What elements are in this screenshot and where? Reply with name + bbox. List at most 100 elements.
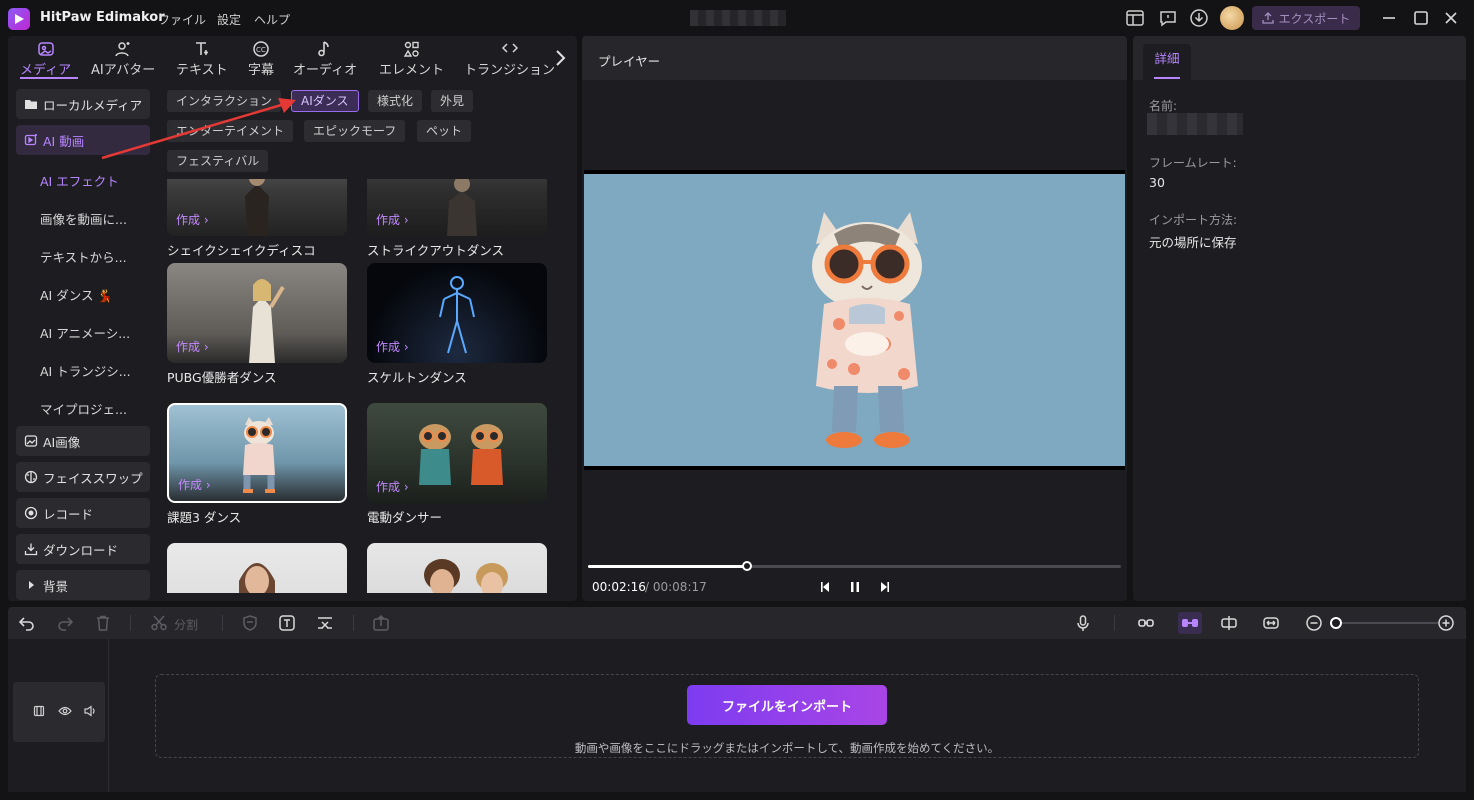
effect-thumbnail: 作成 › <box>167 179 347 236</box>
undo-icon[interactable] <box>18 614 36 632</box>
sidebar-sub-ai-effect[interactable]: AI エフェクト <box>40 171 119 190</box>
sidebar-sub-text-to-video[interactable]: テキストから... <box>40 247 127 266</box>
split-label[interactable]: 分割 <box>174 616 198 633</box>
tab-audio[interactable]: オーディオ <box>293 40 357 78</box>
text-box-icon[interactable] <box>278 614 296 632</box>
playback-progress[interactable] <box>588 561 1121 571</box>
effect-thumbnail: 作成 › <box>367 263 547 363</box>
menu-help[interactable]: ヘルプ <box>254 11 290 28</box>
sidebar-item-download[interactable]: ダウンロード <box>16 534 150 564</box>
framerate-label: フレームレート: <box>1149 156 1237 170</box>
previous-frame-icon[interactable] <box>818 579 834 595</box>
trim-icon[interactable] <box>1220 614 1238 632</box>
tab-text[interactable]: テキスト <box>176 40 228 78</box>
tab-label: テキスト <box>176 63 228 78</box>
tab-subtitle[interactable]: CC 字幕 <box>248 40 274 78</box>
crop-cut-icon[interactable] <box>316 614 334 632</box>
zoom-slider[interactable] <box>1338 622 1438 624</box>
microphone-icon[interactable] <box>1074 614 1092 632</box>
sidebar-sub-image-to-video[interactable]: 画像を動画に... <box>40 209 127 228</box>
tabs-scroll-right-icon[interactable] <box>552 48 568 68</box>
time-total: / 00:08:17 <box>645 580 707 594</box>
tab-details[interactable]: 詳細 <box>1143 44 1191 80</box>
create-link[interactable]: 作成 › <box>376 478 409 495</box>
create-link[interactable]: 作成 › <box>176 211 209 228</box>
sidebar-item-label: レコード <box>43 506 94 522</box>
create-link[interactable]: 作成 › <box>376 211 409 228</box>
menu-file[interactable]: ファイル <box>158 11 206 28</box>
player-panel: プレイヤー 00:02:16 / 00:08:17 <box>582 36 1127 601</box>
import-file-button[interactable]: ファイルをインポート <box>687 685 887 725</box>
film-icon[interactable] <box>33 705 45 717</box>
minimize-icon[interactable] <box>1381 10 1397 26</box>
effect-card[interactable]: 作成 › スケルトンダンス <box>367 263 547 386</box>
sidebar-item-background[interactable]: 背景 <box>16 570 150 600</box>
media-icon <box>37 42 54 56</box>
effect-card[interactable] <box>367 543 547 593</box>
maximize-icon[interactable] <box>1413 10 1429 26</box>
tab-ai-avatar[interactable]: AIアバター <box>91 40 155 78</box>
delete-icon[interactable] <box>94 614 112 632</box>
sidebar-sub-ai-animation[interactable]: AI アニメーシ... <box>40 323 130 342</box>
sidebar-item-face-swap[interactable]: フェイススワップ <box>16 462 150 492</box>
zoom-out-icon[interactable] <box>1305 614 1323 632</box>
tab-transition[interactable]: トランジション <box>464 40 555 78</box>
redo-icon[interactable] <box>56 614 74 632</box>
zoom-knob[interactable] <box>1330 617 1342 629</box>
export-clip-icon[interactable] <box>372 614 390 632</box>
ai-video-icon <box>24 134 37 146</box>
effect-card[interactable]: 作成 › 課題3 ダンス <box>167 403 347 526</box>
next-frame-icon[interactable] <box>876 579 892 595</box>
pause-icon[interactable] <box>847 579 863 595</box>
ai-avatar-icon <box>115 42 130 57</box>
folder-icon <box>25 100 37 109</box>
user-avatar[interactable] <box>1220 6 1244 30</box>
effect-card[interactable] <box>167 543 347 593</box>
category-stylize[interactable]: 様式化 <box>368 90 423 112</box>
menu-settings[interactable]: 設定 <box>217 11 241 28</box>
split-icon[interactable] <box>150 614 168 632</box>
effect-card[interactable]: 作成 › シェイクシェイクディスコ <box>167 179 347 259</box>
layout-icon[interactable] <box>1125 8 1145 28</box>
progress-fill <box>588 565 748 568</box>
export-label: エクスポート <box>1278 11 1351 26</box>
effect-card[interactable]: 作成 › PUBG優勝者ダンス <box>167 263 347 386</box>
progress-knob[interactable] <box>742 561 753 571</box>
sidebar-sub-my-projects[interactable]: マイプロジェ... <box>40 399 127 418</box>
effect-card[interactable]: 作成 › 電動ダンサー <box>367 403 547 526</box>
category-pet[interactable]: ペット <box>417 120 472 142</box>
tab-element[interactable]: エレメント <box>379 40 444 78</box>
sidebar-sub-ai-dance[interactable]: AI ダンス 💃 <box>40 285 113 304</box>
audio-icon <box>318 41 329 57</box>
app-logo-icon <box>8 8 30 30</box>
feedback-icon[interactable] <box>1158 8 1178 28</box>
sidebar-item-label: ダウンロード <box>43 542 119 558</box>
sidebar-sub-ai-transition[interactable]: AI トランジシ... <box>40 361 131 380</box>
category-epic-morph[interactable]: エピックモーフ <box>304 120 406 142</box>
link-icon[interactable] <box>1137 614 1155 632</box>
sidebar-item-record[interactable]: レコード <box>16 498 150 528</box>
video-preview[interactable] <box>584 170 1125 470</box>
record-icon <box>24 506 38 520</box>
fit-width-icon[interactable] <box>1262 614 1280 632</box>
volume-icon[interactable] <box>83 705 97 717</box>
text-icon <box>195 42 208 55</box>
effect-card[interactable]: 作成 › ストライクアウトダンス <box>367 179 547 259</box>
tab-media[interactable]: メディア <box>20 40 71 78</box>
eye-icon[interactable] <box>58 705 72 717</box>
create-link[interactable]: 作成 › <box>376 338 409 355</box>
project-title-redacted <box>690 10 786 26</box>
category-appearance[interactable]: 外見 <box>431 90 474 112</box>
create-link[interactable]: 作成 › <box>176 338 209 355</box>
player-header: プレイヤー <box>582 36 1127 80</box>
effect-thumbnail: 作成 › <box>167 263 347 363</box>
shield-icon[interactable] <box>241 614 259 632</box>
close-icon[interactable] <box>1443 10 1459 26</box>
export-button[interactable]: エクスポート <box>1252 6 1360 30</box>
sidebar-item-ai-image[interactable]: AI画像 <box>16 426 150 456</box>
download-icon[interactable] <box>1189 8 1209 28</box>
create-link[interactable]: 作成 › <box>178 476 211 493</box>
zoom-in-icon[interactable] <box>1437 614 1455 632</box>
snap-icon <box>1182 619 1198 627</box>
magnet-toggle[interactable] <box>1178 612 1202 634</box>
